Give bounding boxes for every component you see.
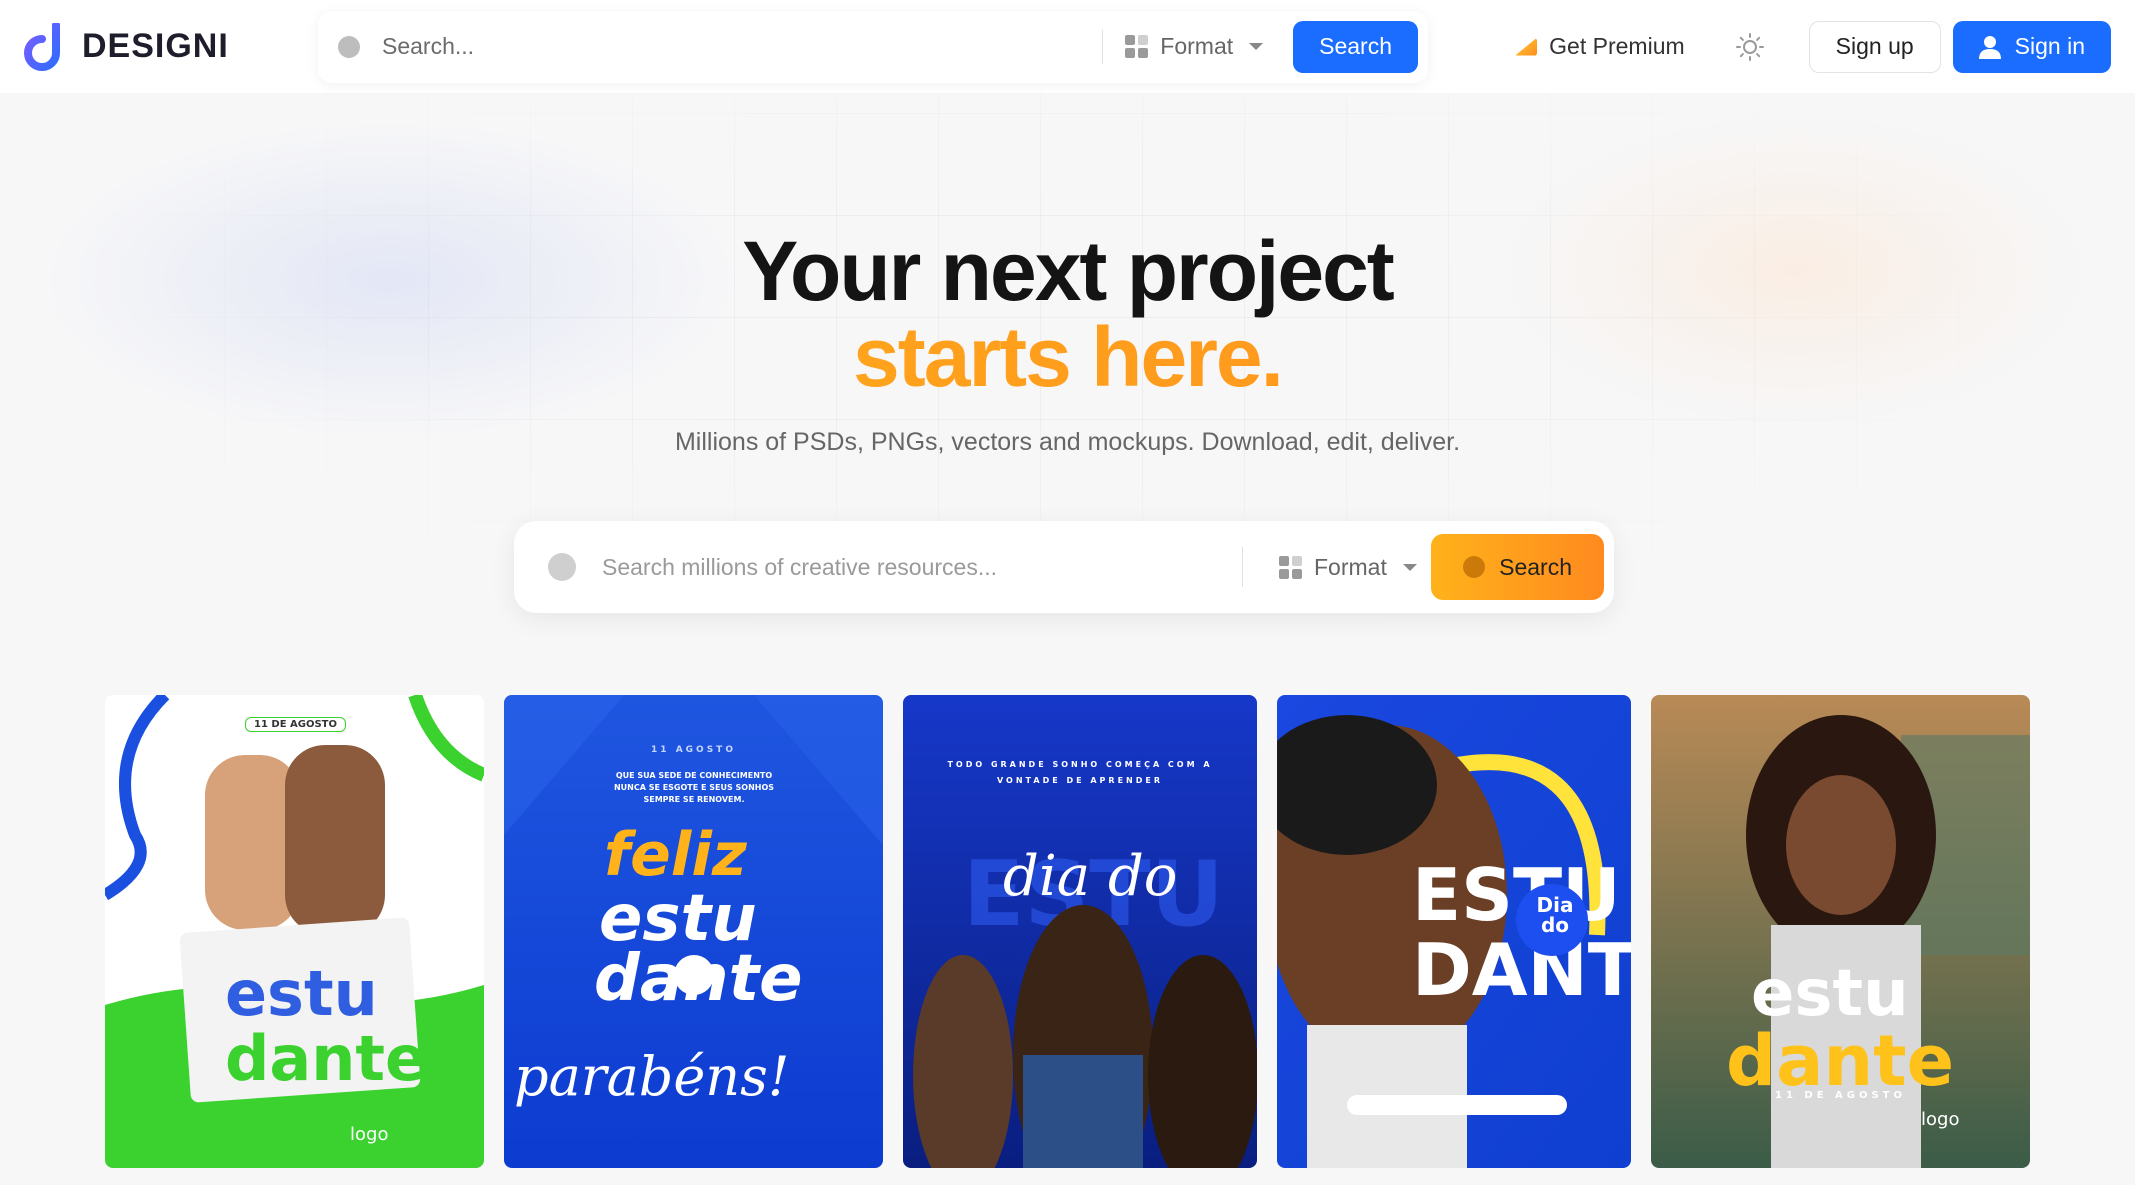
premium-label: Get Premium <box>1549 33 1685 59</box>
search-button-label: Search <box>1499 553 1572 580</box>
sign-in-button[interactable]: Sign in <box>1952 20 2111 73</box>
resource-card[interactable]: ESTU dia do TODO GRANDE SONHO COMEÇA COM… <box>903 695 1257 1168</box>
sign-in-label: Sign in <box>2014 33 2085 59</box>
card-date-label: 11 AGOSTO <box>651 745 736 755</box>
card-tagline: TODO GRANDE SONHO COMEÇA COM A VONTADE D… <box>947 760 1213 785</box>
search-icon <box>1463 556 1486 578</box>
svg-text:logo: logo <box>1921 1109 1959 1130</box>
hero-search-bar: Format Search <box>514 521 1614 613</box>
search-icon <box>338 35 360 58</box>
svg-text:dia do: dia do <box>1003 844 1178 909</box>
resource-card[interactable]: estu dante logo 11 DE AGOSTO <box>1651 695 2030 1168</box>
card-image: feliz estu dante parabéns! <box>504 695 883 1168</box>
resource-card[interactable]: feliz estu dante parabéns! 11 AGOSTO QUE… <box>504 695 883 1168</box>
grid-icon <box>1279 555 1302 579</box>
svg-text:parabéns!: parabéns! <box>514 1045 789 1108</box>
top-navigation: DESIGNI Format Search Get Premium Sign u… <box>0 0 2135 93</box>
resource-card[interactable]: estu dante logo 11 DE AGOSTO <box>105 695 484 1168</box>
svg-text:feliz: feliz <box>604 820 748 890</box>
theme-toggle-sun-icon[interactable] <box>1735 32 1765 62</box>
card-badge: Dia do <box>1536 893 1574 937</box>
divider <box>1102 29 1104 64</box>
format-label: Format <box>1160 33 1234 59</box>
header-search-input[interactable] <box>382 33 1081 60</box>
hero-search-button[interactable]: Search <box>1431 534 1604 600</box>
resource-card[interactable]: ESTU DANTE Dia do <box>1277 695 1631 1168</box>
hero-search-input[interactable] <box>602 553 1202 581</box>
card-image: estu dante logo <box>105 695 484 1168</box>
format-label: Format <box>1314 553 1387 580</box>
chevron-down-icon <box>1402 563 1417 571</box>
header-search-bar: Format Search <box>318 10 1428 83</box>
header-actions: Get Premium Sign up Sign in <box>1515 20 2111 73</box>
search-icon <box>548 553 576 581</box>
logo-icon <box>24 22 60 71</box>
premium-icon <box>1515 37 1538 56</box>
hero-title: Your next project <box>742 224 1395 318</box>
divider <box>1242 547 1243 587</box>
hero-subtitle: Millions of PSDs, PNGs, vectors and mock… <box>674 428 1461 456</box>
chevron-down-icon <box>1249 43 1264 50</box>
sign-up-button[interactable]: Sign up <box>1808 20 1941 73</box>
hero-section: Your next project starts here. Millions … <box>0 93 2135 457</box>
get-premium-link[interactable]: Get Premium <box>1515 33 1685 60</box>
card-date-label: 11 DE AGOSTO <box>1775 1090 1906 1101</box>
svg-text:logo: logo <box>350 1124 388 1145</box>
hero-title-highlight: starts here. <box>0 314 2135 400</box>
header-search-button[interactable]: Search <box>1293 20 1418 73</box>
hero-format-dropdown[interactable]: Format <box>1279 554 1417 581</box>
svg-text:DANTE: DANTE <box>1412 928 1631 1012</box>
resource-gallery: estu dante logo 11 DE AGOSTO feliz estu … <box>105 695 2030 1168</box>
header-format-dropdown[interactable]: Format <box>1125 33 1264 60</box>
svg-text:dante: dante <box>225 1022 427 1095</box>
logo-text: DESIGNI <box>82 27 229 65</box>
user-icon <box>1978 35 2001 59</box>
grid-icon <box>1125 35 1149 58</box>
card-tagline: QUE SUA SEDE DE CONHECIMENTO NUNCA SE ES… <box>613 771 775 804</box>
card-title-text: estu <box>225 957 378 1030</box>
brand-logo[interactable]: DESIGNI <box>24 22 294 71</box>
card-date-label: 11 DE AGOSTO <box>245 717 346 732</box>
